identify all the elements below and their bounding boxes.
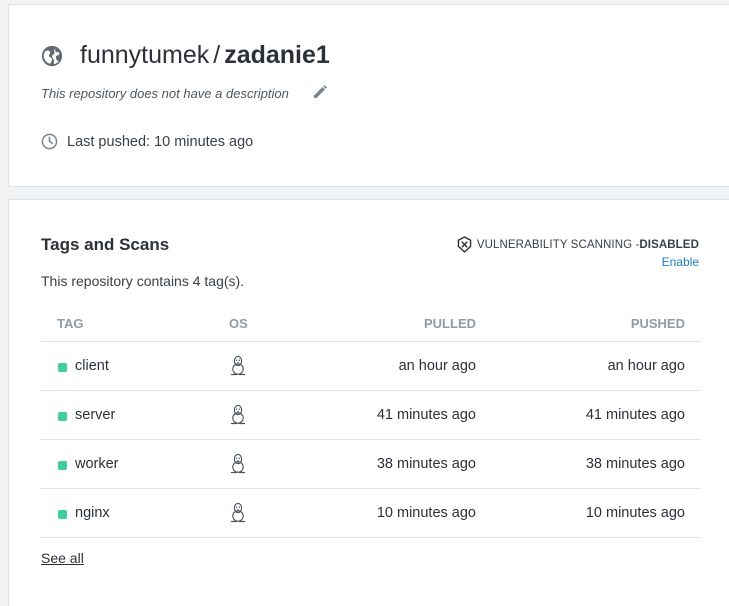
enable-scanning-link[interactable]: Enable <box>662 255 699 269</box>
tags-section-title: Tags and Scans <box>41 235 170 254</box>
column-header-pushed[interactable]: PUSHED <box>631 316 685 331</box>
tag-status-dot <box>58 510 67 519</box>
vulnerability-scanning-status: VULNERABILITY SCANNING - DISABLED <box>457 236 699 253</box>
table-row: worker 38 minutes ago 38 minutes ago <box>41 440 701 489</box>
linux-icon <box>230 355 246 376</box>
repo-namespace[interactable]: funnytumek <box>80 41 209 70</box>
pulled-time: 41 minutes ago <box>376 407 476 423</box>
tag-name[interactable]: server <box>75 407 115 423</box>
repo-header-card: funnytumek / zadanie1 This repository do… <box>8 4 729 187</box>
table-row: client an hour ago an hour ago <box>41 342 701 391</box>
column-header-pulled[interactable]: PULLED <box>424 316 476 331</box>
tag-name[interactable]: worker <box>75 456 119 472</box>
clock-icon <box>41 133 58 150</box>
pushed-time: 38 minutes ago <box>585 456 685 472</box>
repo-description: This repository does not have a descript… <box>41 86 289 101</box>
tag-name[interactable]: nginx <box>75 505 110 521</box>
vuln-label: VULNERABILITY SCANNING - <box>476 238 640 251</box>
repo-name: zadanie1 <box>224 41 330 69</box>
pushed-time: an hour ago <box>607 358 685 374</box>
tag-status-dot <box>58 363 67 372</box>
linux-icon <box>230 404 246 425</box>
tag-status-dot <box>58 412 67 421</box>
tags-and-scans-card: Tags and Scans This repository contains … <box>8 199 729 606</box>
pulled-time: 10 minutes ago <box>376 505 476 521</box>
pushed-time: 10 minutes ago <box>585 505 685 521</box>
repo-title: funnytumek / zadanie1 <box>41 41 330 70</box>
vuln-status: DISABLED <box>639 238 699 251</box>
last-pushed: Last pushed: 10 minutes ago <box>41 133 253 150</box>
pulled-time: 38 minutes ago <box>376 456 476 472</box>
edit-pencil-icon[interactable] <box>312 84 328 100</box>
tag-name[interactable]: client <box>75 358 109 374</box>
tags-count: This repository contains 4 tag(s). <box>41 273 245 289</box>
shield-x-icon <box>457 236 472 253</box>
table-header: TAG OS PULLED PUSHED <box>41 306 701 342</box>
see-all-link[interactable]: See all <box>41 550 84 566</box>
table-row: nginx 10 minutes ago 10 minutes ago <box>41 489 701 538</box>
tags-table: TAG OS PULLED PUSHED client an hour ago … <box>41 306 701 538</box>
last-pushed-text: Last pushed: 10 minutes ago <box>67 133 254 150</box>
pulled-time: an hour ago <box>398 358 476 374</box>
column-header-tag[interactable]: TAG <box>57 316 83 331</box>
pushed-time: 41 minutes ago <box>585 407 685 423</box>
globe-icon <box>41 45 63 66</box>
linux-icon <box>230 502 246 523</box>
linux-icon <box>230 453 246 474</box>
tag-status-dot <box>58 461 67 470</box>
table-row: server 41 minutes ago 41 minutes ago <box>41 391 701 440</box>
column-header-os: OS <box>229 316 248 331</box>
repo-separator: / <box>213 41 221 69</box>
